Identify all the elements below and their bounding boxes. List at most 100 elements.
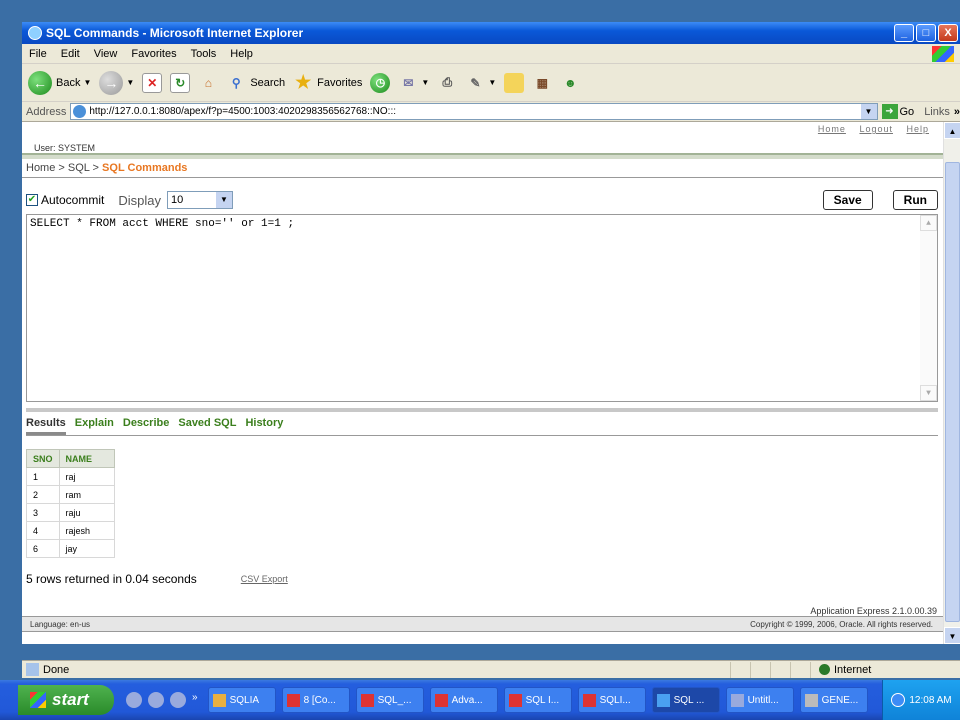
display-value: 10 [170, 194, 184, 206]
security-zone: Internet [810, 661, 960, 678]
go-button[interactable]: ➜ Go [881, 104, 914, 119]
windows-flag-icon [932, 45, 954, 62]
minimize-button[interactable]: _ [894, 24, 914, 42]
cell-sno: 2 [26, 485, 60, 504]
csv-export-link[interactable]: CSV Export [241, 574, 288, 584]
breadcrumb-current: SQL Commands [102, 162, 188, 174]
taskbar-item[interactable]: SQL_... [355, 687, 424, 713]
taskbar-item[interactable]: SQLIA [207, 687, 276, 713]
scroll-thumb[interactable] [945, 162, 960, 622]
breadcrumb-sql[interactable]: SQL [68, 162, 90, 174]
refresh-button[interactable]: ↻ [170, 72, 191, 93]
start-button[interactable]: start [18, 685, 114, 715]
scroll-up-icon[interactable]: ▲ [944, 122, 960, 139]
research-button[interactable]: ▦ [532, 73, 552, 93]
mail-icon: ✉ [403, 75, 414, 90]
command-controls: ✔ Autocommit Display 10 ▼ Save Run [26, 190, 938, 210]
chevron-down-icon: ▼ [488, 78, 497, 87]
quick-launch-icon[interactable] [126, 692, 142, 708]
stop-button[interactable]: ✕ [142, 72, 163, 93]
display-select[interactable]: 10 ▼ [166, 191, 233, 209]
history-button[interactable]: ◷ [370, 72, 391, 93]
address-dropdown-icon[interactable]: ▼ [860, 104, 877, 119]
home-button[interactable]: ⌂ [198, 73, 218, 93]
tab-saved-sql[interactable]: Saved SQL [178, 417, 236, 429]
chevron-right-icon[interactable]: » [192, 692, 198, 708]
taskbar-item[interactable]: Untitl... [725, 687, 794, 713]
tab-explain[interactable]: Explain [75, 417, 114, 429]
home-link[interactable]: Home [818, 124, 846, 134]
breadcrumb-separator: > [55, 162, 68, 174]
menu-file[interactable]: File [22, 48, 54, 60]
messenger-button[interactable]: ☻ [560, 73, 580, 93]
result-tabs: Results Explain Describe Saved SQL Histo… [26, 417, 292, 429]
edit-button[interactable]: ✎ ▼ [465, 73, 496, 93]
taskbar-item[interactable]: SQLI... [577, 687, 646, 713]
menu-help[interactable]: Help [223, 48, 260, 60]
breadcrumb-home[interactable]: Home [26, 162, 55, 174]
taskbar-item-label: SQL ... [673, 694, 705, 706]
help-link[interactable]: Help [906, 124, 929, 134]
address-input[interactable]: http://127.0.0.1:8080/apex/f?p=4500:1003… [70, 103, 878, 120]
status-panel [730, 661, 750, 678]
header-bar [22, 153, 943, 159]
sql-editor[interactable]: SELECT * FROM acct WHERE sno='' or 1=1 ;… [26, 214, 938, 402]
version-text: Application Express 2.1.0.00.39 [810, 606, 937, 616]
mail-button[interactable]: ✉ ▼ [398, 73, 429, 93]
links-button[interactable]: Links [924, 106, 950, 118]
document-icon [434, 693, 448, 707]
toolbar: ← Back ▼ → ▼ ✕ ↻ ⌂ ⚲ Search ★ Favorites … [22, 64, 960, 102]
splitter[interactable] [26, 408, 938, 412]
maximize-button[interactable]: □ [916, 24, 936, 42]
menu-view[interactable]: View [87, 48, 125, 60]
chevron-down-icon: ▼ [421, 78, 430, 87]
menu-favorites[interactable]: Favorites [124, 48, 183, 60]
back-button[interactable]: ← Back ▼ [28, 70, 91, 95]
breadcrumb: Home > SQL > SQL Commands [26, 162, 187, 174]
folder-button[interactable] [504, 72, 525, 93]
run-button[interactable]: Run [892, 190, 938, 210]
taskbar-item-active[interactable]: SQL ... [651, 687, 720, 713]
save-button[interactable]: Save [822, 190, 873, 210]
menu-edit[interactable]: Edit [54, 48, 87, 60]
menu-tools[interactable]: Tools [184, 48, 224, 60]
breadcrumb-separator: > [89, 162, 103, 174]
messenger-icon: ☻ [563, 75, 577, 90]
taskbar-item-label: Untitl... [747, 694, 779, 706]
chevron-right-icon[interactable]: » [954, 106, 960, 118]
ie-icon[interactable] [170, 692, 186, 708]
print-button[interactable]: ⎙ [437, 73, 457, 93]
refresh-icon: ↻ [170, 72, 191, 93]
close-button[interactable]: X [938, 24, 958, 42]
taskbar-item[interactable]: SQL I... [503, 687, 572, 713]
forward-button[interactable]: → ▼ [99, 70, 134, 95]
taskbar-item[interactable]: 8 [Co... [281, 687, 350, 713]
divider [26, 435, 938, 436]
page-scrollbar[interactable]: ▲ ▼ [943, 122, 960, 644]
table-row: 6 jay [26, 539, 115, 558]
scroll-down-icon[interactable]: ▼ [920, 385, 937, 401]
cell-sno: 3 [26, 503, 60, 522]
app-icon [804, 693, 818, 707]
logout-link[interactable]: Logout [859, 124, 893, 134]
divider [22, 177, 943, 178]
scroll-down-icon[interactable]: ▼ [944, 627, 960, 644]
tab-history[interactable]: History [245, 417, 283, 429]
tab-results[interactable]: Results [26, 417, 66, 429]
taskbar-item[interactable]: GENE... [799, 687, 868, 713]
taskbar-item-label: SQL_... [377, 694, 412, 706]
favorites-button[interactable]: ★ Favorites [293, 72, 362, 93]
result-summary: 5 rows returned in 0.04 seconds CSV Expo… [26, 572, 288, 586]
address-label: Address [26, 105, 67, 118]
search-button[interactable]: ⚲ Search [226, 73, 285, 93]
system-tray: 12:08 AM [882, 680, 960, 720]
editor-scrollbar[interactable]: ▲ ▼ [920, 215, 937, 401]
quick-launch: » [126, 692, 204, 708]
tray-arrow-icon[interactable] [891, 693, 906, 707]
title-bar[interactable]: SQL Commands - Microsoft Internet Explor… [22, 22, 960, 44]
tab-describe[interactable]: Describe [123, 417, 169, 429]
scroll-up-icon[interactable]: ▲ [920, 215, 937, 231]
autocommit-checkbox[interactable]: ✔ [26, 194, 38, 206]
quick-launch-icon[interactable] [148, 692, 164, 708]
taskbar-item[interactable]: Adva... [429, 687, 498, 713]
